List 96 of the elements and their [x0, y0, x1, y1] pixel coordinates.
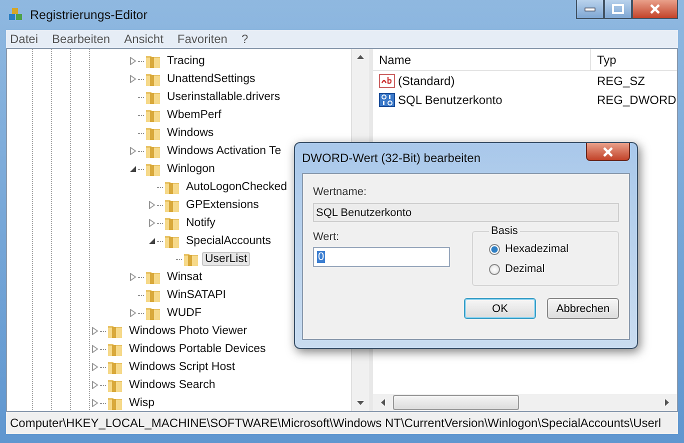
tree-item[interactable]: SpecialAccounts [183, 234, 274, 248]
folder-icon [107, 323, 123, 339]
folder-icon [107, 359, 123, 375]
tree-item[interactable]: UserList [202, 252, 250, 266]
value-type: REG_SZ [596, 74, 646, 88]
group-label: Basis [490, 225, 519, 237]
value-name[interactable]: SQL Benutzerkonto [398, 92, 502, 106]
tree-item[interactable]: Windows Portable Devices [126, 342, 269, 356]
tree-item[interactable]: Windows Search [126, 378, 218, 392]
scroll-down-icon [357, 401, 364, 405]
folder-icon [145, 305, 161, 321]
tree-item[interactable]: Windows [164, 126, 217, 140]
collapsed-triangle-icon[interactable] [129, 75, 137, 83]
tree-item[interactable]: WinSATAPI [164, 288, 229, 302]
radio-label[interactable]: Dezimal [505, 263, 545, 275]
scroll-right-icon [665, 399, 669, 406]
collapsed-triangle-icon[interactable] [148, 201, 156, 209]
folder-icon [164, 197, 180, 213]
collapsed-triangle-icon[interactable] [91, 399, 99, 407]
minimize-button[interactable] [576, 0, 604, 19]
tree-item[interactable]: AutoLogonChecked [183, 180, 290, 194]
horizontal-scrollbar[interactable] [373, 394, 677, 411]
folder-icon [145, 107, 161, 123]
scroll-thumb[interactable] [393, 395, 519, 410]
tree-item[interactable]: Windows Photo Viewer [126, 324, 250, 338]
tree-item[interactable]: Userinstallable.drivers [164, 90, 284, 104]
folder-icon [107, 395, 123, 411]
dialog-title: DWORD-Wert (32-Bit) bearbeiten [302, 151, 480, 165]
folder-icon [107, 377, 123, 393]
tree-item[interactable]: Winsat [164, 270, 206, 284]
minimize-icon [584, 6, 596, 12]
close-button[interactable] [632, 0, 678, 19]
folder-icon [183, 251, 199, 267]
tree-item[interactable]: Tracing [164, 54, 208, 68]
tree-item[interactable]: Winlogon [164, 162, 218, 176]
folder-icon [145, 287, 161, 303]
collapsed-triangle-icon[interactable] [91, 327, 99, 335]
folder-icon [145, 89, 161, 105]
collapsed-triangle-icon[interactable] [129, 57, 137, 65]
radio-button[interactable] [489, 244, 500, 254]
folder-icon [145, 143, 161, 159]
scroll-left-icon [381, 399, 385, 406]
tree-item[interactable]: UnattendSettings [164, 72, 258, 86]
folder-icon [164, 233, 180, 249]
tree-item[interactable]: Wisp [126, 396, 158, 410]
collapsed-triangle-icon[interactable] [129, 309, 137, 317]
string-value-icon [379, 74, 395, 88]
folder-icon [145, 161, 161, 177]
menu-item[interactable]: Favoriten [177, 32, 228, 46]
collapsed-triangle-icon[interactable] [129, 147, 137, 155]
collapsed-triangle-icon[interactable] [91, 363, 99, 371]
menu-item[interactable]: Bearbeiten [52, 32, 110, 46]
menu-item[interactable]: Datei [10, 32, 38, 46]
radio-label[interactable]: Hexadezimal [505, 243, 569, 255]
folder-icon [107, 341, 123, 357]
expanded-triangle-icon[interactable] [148, 237, 156, 245]
radio-button[interactable] [489, 264, 500, 274]
registry-cubes-icon [8, 7, 24, 23]
folder-icon [164, 215, 180, 231]
value-name[interactable]: (Standard) [398, 74, 455, 88]
folder-icon [145, 125, 161, 141]
tree-item[interactable]: WbemPerf [164, 108, 224, 122]
dialog-button[interactable]: Abbrechen [547, 298, 619, 319]
close-button[interactable] [586, 143, 630, 161]
binary-value-icon [379, 92, 395, 106]
status-bar-path: Computer\HKEY_LOCAL_MACHINE\SOFTWARE\Microsoft\Windows NT\CurrentVersion\Winlogon\SpecialAccounts\Userl [10, 416, 662, 430]
maximize-button[interactable] [604, 0, 632, 19]
field-label: Wert: [313, 231, 340, 243]
value-input-field[interactable]: 0 [313, 247, 450, 267]
field-label: Wertname: [313, 186, 367, 198]
tree-item[interactable]: Windows Activation Te [164, 144, 284, 158]
column-header[interactable]: Typ [591, 52, 616, 66]
collapsed-triangle-icon[interactable] [148, 219, 156, 227]
collapsed-triangle-icon[interactable] [91, 345, 99, 353]
menu-item[interactable]: ? [241, 32, 248, 46]
scroll-up-icon [357, 55, 364, 59]
maximize-icon [612, 4, 624, 14]
collapsed-triangle-icon[interactable] [129, 273, 137, 281]
default-button[interactable]: OK [464, 298, 536, 319]
tree-item[interactable]: Notify [183, 216, 218, 230]
close-icon [602, 146, 614, 156]
close-icon [649, 4, 661, 14]
expanded-triangle-icon[interactable] [129, 165, 137, 173]
tree-item[interactable]: GPExtensions [183, 198, 262, 212]
tree-item[interactable]: WUDF [164, 306, 204, 320]
column-header[interactable]: Name [373, 49, 591, 70]
folder-icon [145, 53, 161, 69]
folder-icon [145, 71, 161, 87]
value-type: REG_DWORD [596, 92, 676, 106]
folder-icon [164, 179, 180, 195]
folder-icon [145, 269, 161, 285]
tree-item[interactable]: Windows Script Host [126, 360, 238, 374]
menu-item[interactable]: Ansicht [124, 32, 164, 46]
window-title: Registrierungs-Editor [30, 8, 148, 22]
collapsed-triangle-icon[interactable] [91, 381, 99, 389]
value-name-field: SQL Benutzerkonto [313, 203, 619, 222]
